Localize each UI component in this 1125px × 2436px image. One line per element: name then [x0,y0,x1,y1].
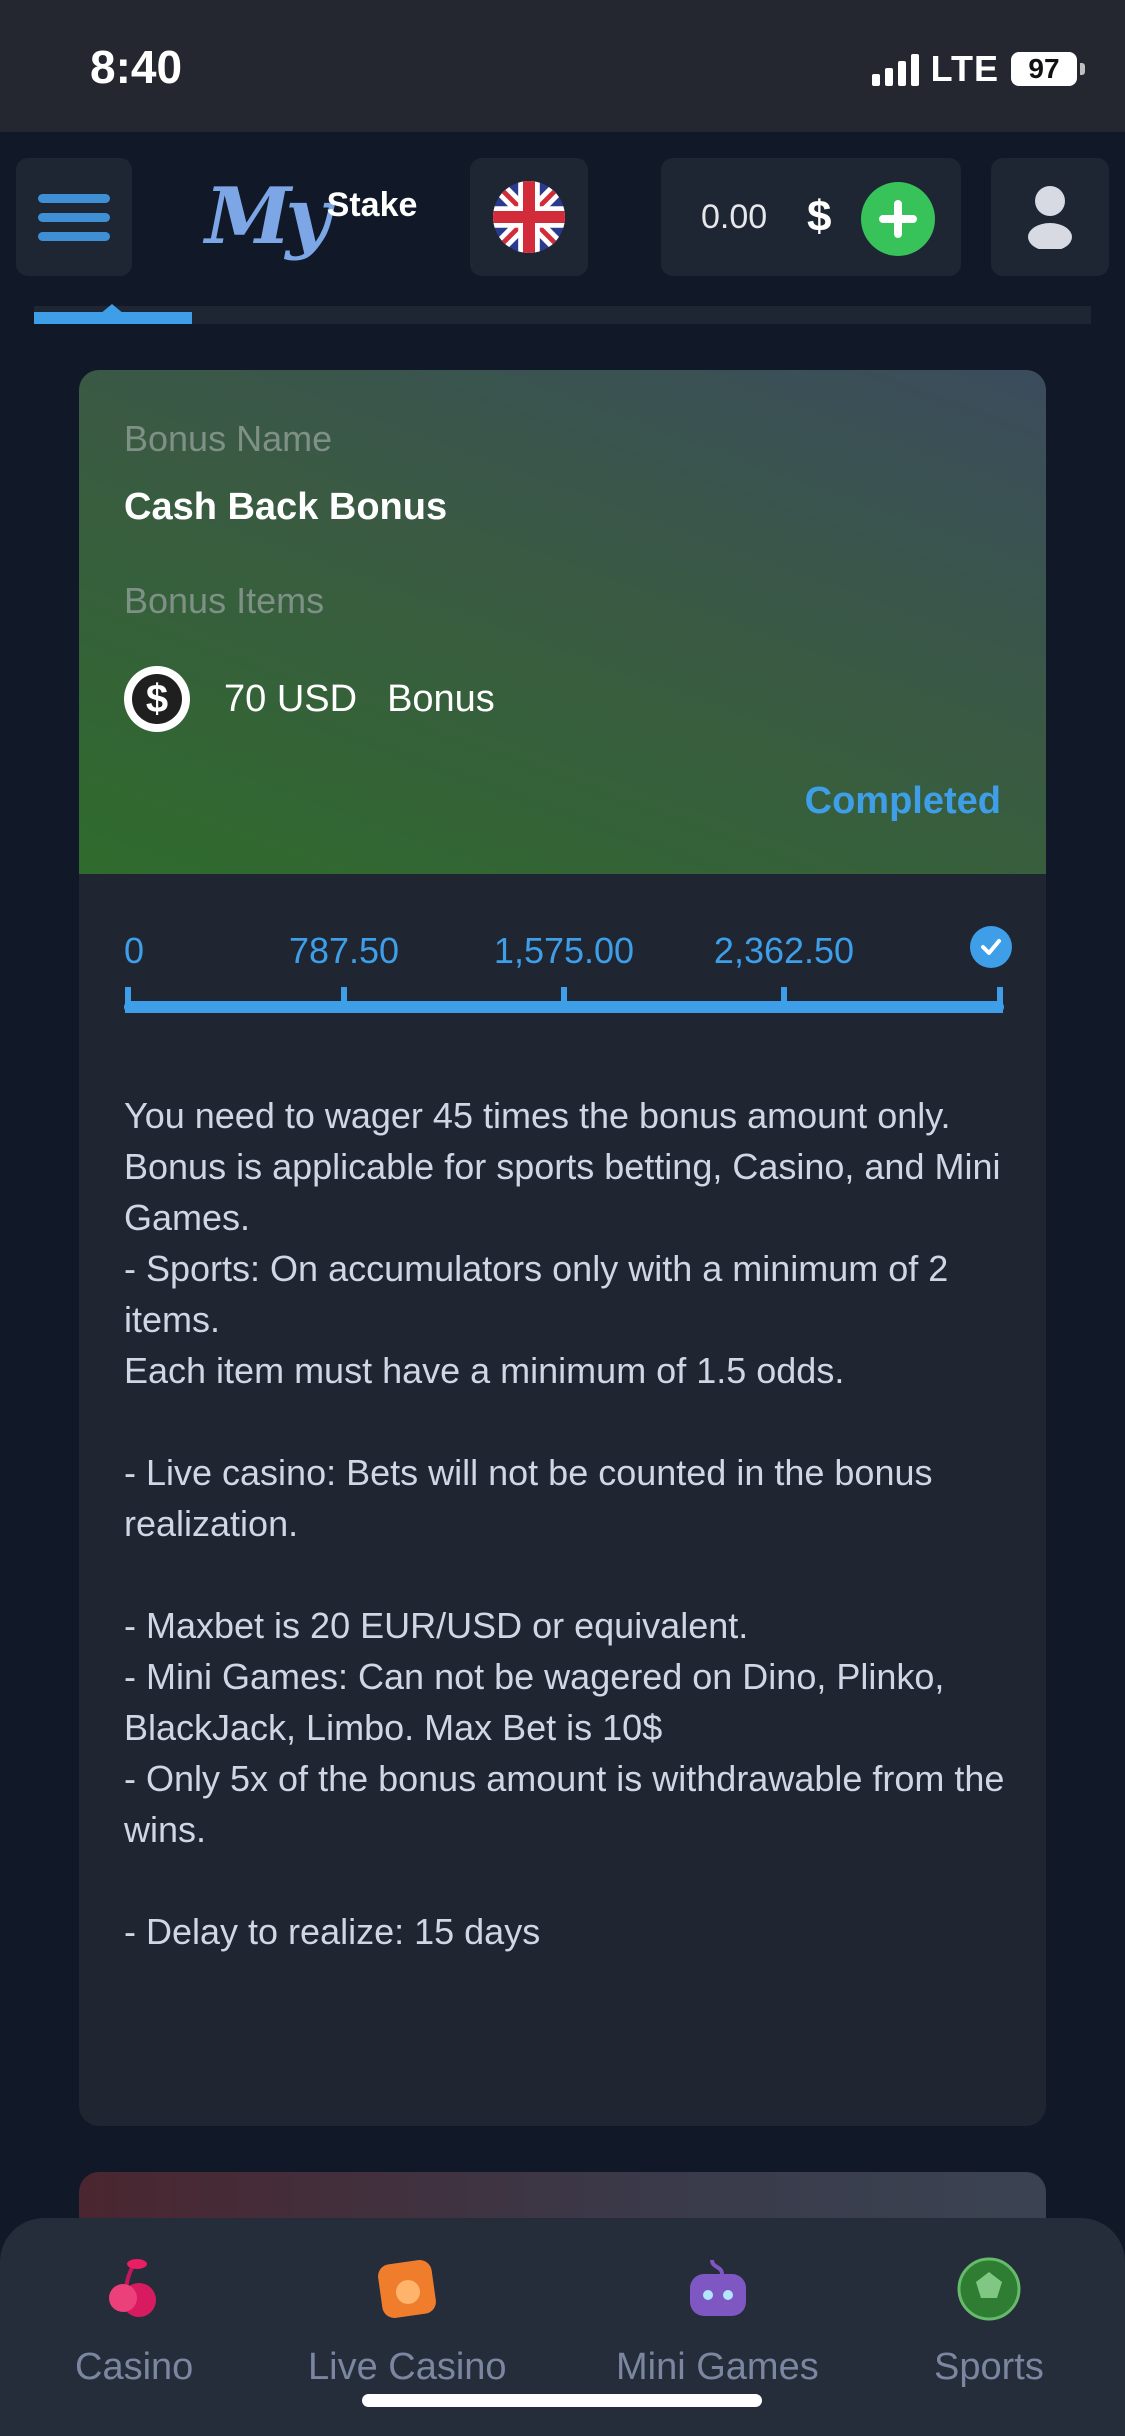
logo-my: My [205,171,331,262]
nav-mini-games[interactable]: Mini Games [616,2254,819,2389]
deposit-button[interactable] [861,182,935,256]
app-header: My Stake 0.00 $ [0,132,1125,308]
currency-symbol: $ [807,192,832,241]
plus-icon [879,200,917,238]
dollar-icon: $ [124,666,190,732]
battery-icon: 97 [1011,52,1085,86]
status-badge: Completed [804,780,1001,822]
hamburger-icon [38,193,110,203]
bonus-terms: You need to wager 45 times the bonus amo… [124,1095,1005,1952]
nav-label: Casino [75,2346,194,2388]
signal-icon [871,52,919,86]
progress-tick-label: 0 [124,930,145,971]
logo[interactable]: My Stake [205,178,417,268]
battery-level: 97 [1011,52,1077,86]
nav-casino[interactable]: Casino [75,2254,193,2389]
bonus-name-label: Bonus Name [124,418,333,459]
logo-stake: Stake [326,186,418,224]
status-indicators: LTE 97 [871,48,1085,90]
nav-sports[interactable]: Sports [934,2254,1044,2389]
status-bar: 8:40 LTE 97 [0,0,1125,132]
bonus-card: Bonus Name Cash Back Bonus Bonus Items $… [79,370,1046,2126]
language-button[interactable] [470,158,588,276]
gamepad-icon [690,2259,747,2316]
bonus-item-amount: 70 USD [224,677,358,720]
balance-amount: 0.00 [701,198,768,236]
nav-label: Live Casino [308,2346,507,2388]
progress-tick-label: 2,362.50 [713,930,855,971]
bonus-card-header: Bonus Name Cash Back Bonus Bonus Items $… [79,370,1046,874]
home-indicator [362,2394,762,2407]
user-icon [1028,186,1072,249]
section-track [34,306,1091,324]
bonus-item-type: Bonus [387,677,495,720]
balance-widget[interactable]: 0.00 $ [661,158,961,276]
status-time: 8:40 [90,41,183,93]
nav-live-casino[interactable]: Live Casino [308,2254,507,2389]
uk-flag-icon [493,181,565,253]
menu-button[interactable] [16,158,132,276]
section-indicator-notch [100,304,124,314]
nav-label: Mini Games [616,2346,819,2388]
progress-tick-label: 1,575.00 [493,930,635,971]
check-icon [969,926,1012,968]
progress-bar [124,987,1004,1013]
wager-progress: 0 787.50 1,575.00 2,362.50 [124,926,1012,1013]
profile-button[interactable] [991,158,1109,276]
nav-label: Sports [934,2346,1044,2388]
cherry-icon [109,2259,157,2317]
bonus-name: Cash Back Bonus [124,486,448,528]
chip-icon [378,2260,437,2318]
progress-tick-label: 787.50 [288,930,400,971]
network-label: LTE [930,48,999,89]
bonus-item: $ 70 USD Bonus [124,666,495,732]
ball-icon [957,2257,1021,2321]
bonus-items-label: Bonus Items [124,580,325,621]
